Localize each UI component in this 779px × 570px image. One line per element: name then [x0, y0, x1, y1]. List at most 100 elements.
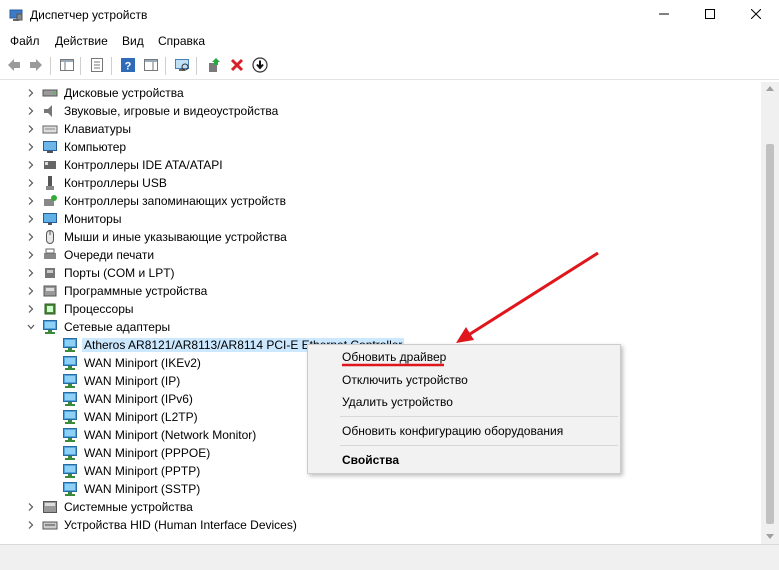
scroll-thumb[interactable] — [766, 144, 774, 524]
chevron-right-icon[interactable] — [24, 174, 38, 192]
toolbar-separator — [111, 57, 112, 75]
chevron-right-icon[interactable] — [24, 516, 38, 534]
chevron-right-icon[interactable] — [24, 120, 38, 138]
port-icon — [42, 265, 58, 281]
forward-button[interactable] — [25, 55, 47, 77]
chevron-down-icon[interactable] — [24, 318, 38, 336]
properties-button[interactable] — [86, 55, 108, 77]
tree-category-item[interactable]: Программные устройства — [24, 282, 209, 300]
tree-category-item[interactable]: Очереди печати — [24, 246, 156, 264]
menu-view[interactable]: Вид — [122, 34, 144, 48]
usb-icon — [42, 175, 58, 191]
tree-category-item[interactable]: Контроллеры запоминающих устройств — [24, 192, 288, 210]
tree-child-item[interactable]: WAN Miniport (L2TP) — [62, 408, 200, 426]
tree-child-item[interactable]: WAN Miniport (SSTP) — [62, 480, 202, 498]
chevron-right-icon[interactable] — [24, 282, 38, 300]
context-menu: Обновить драйвер Отключить устройство Уд… — [307, 344, 621, 474]
scroll-up-icon[interactable] — [766, 86, 774, 91]
chevron-right-icon[interactable] — [24, 246, 38, 264]
context-menu-separator — [340, 416, 618, 417]
chevron-right-icon[interactable] — [24, 228, 38, 246]
action-pane-button[interactable] — [140, 55, 162, 77]
tree-category-item[interactable]: Порты (COM и LPT) — [24, 264, 177, 282]
window-title: Диспетчер устройств — [30, 8, 148, 22]
update-driver-button[interactable] — [203, 55, 225, 77]
tree-category-item[interactable]: Компьютер — [24, 138, 128, 156]
device-tree[interactable]: Дисковые устройства Звуковые, игровые и в… — [0, 82, 761, 544]
tree-child-item[interactable]: WAN Miniport (IP) — [62, 372, 182, 390]
tree-category-item[interactable]: Процессоры — [24, 300, 136, 318]
tree-item-label: WAN Miniport (L2TP) — [84, 410, 198, 424]
help-button[interactable]: ? — [117, 55, 139, 77]
disable-device-menu-item[interactable]: Отключить устройство — [342, 373, 468, 387]
back-button[interactable] — [3, 55, 25, 77]
tree-child-item[interactable]: WAN Miniport (IPv6) — [62, 390, 195, 408]
uninstall-device-menu-item[interactable]: Удалить устройство — [342, 395, 453, 409]
chevron-right-icon[interactable] — [24, 84, 38, 102]
close-button[interactable] — [733, 0, 779, 30]
show-hide-tree-icon — [59, 57, 75, 76]
toolbar-separator — [80, 57, 81, 75]
chevron-right-icon[interactable] — [24, 300, 38, 318]
scan-hardware-menu-item[interactable]: Обновить конфигурацию оборудования — [342, 424, 563, 438]
scan-hardware-button[interactable] — [171, 55, 193, 77]
back-arrow-icon — [6, 57, 22, 76]
system-device-icon — [42, 499, 58, 515]
context-menu-separator — [340, 445, 618, 446]
chevron-right-icon[interactable] — [24, 102, 38, 120]
network-adapter-icon — [62, 409, 78, 425]
tree-item-label: Процессоры — [64, 302, 134, 316]
network-adapter-icon — [62, 391, 78, 407]
tree-item-label: Сетевые адаптеры — [64, 320, 171, 334]
minimize-icon — [659, 8, 669, 22]
tree-child-item[interactable]: WAN Miniport (PPPOE) — [62, 444, 212, 462]
menu-bar: Файл Действие Вид Справка — [0, 30, 779, 52]
tree-category-item[interactable]: Мониторы — [24, 210, 123, 228]
toolbar-separator — [165, 57, 166, 75]
chevron-right-icon[interactable] — [24, 498, 38, 516]
chevron-right-icon[interactable] — [24, 210, 38, 228]
menu-action[interactable]: Действие — [55, 34, 108, 48]
chevron-right-icon[interactable] — [24, 264, 38, 282]
tree-item-label: Клавиатуры — [64, 122, 131, 136]
action-pane-icon — [143, 57, 159, 76]
update-driver-menu-item[interactable]: Обновить драйвер — [342, 350, 446, 364]
computer-icon — [42, 139, 58, 155]
tree-category-item[interactable]: Системные устройства — [24, 498, 195, 516]
tree-category-item[interactable]: Контроллеры USB — [24, 174, 169, 192]
tree-category-item[interactable]: Звуковые, игровые и видеоустройства — [24, 102, 280, 120]
tree-category-item[interactable]: Клавиатуры — [24, 120, 133, 138]
menu-help[interactable]: Справка — [158, 34, 205, 48]
tree-item-label: WAN Miniport (Network Monitor) — [84, 428, 257, 442]
chevron-right-icon[interactable] — [24, 138, 38, 156]
tree-category-item[interactable]: Сетевые адаптеры — [24, 318, 172, 336]
toolbar: ? — [0, 52, 779, 80]
network-adapter-icon — [62, 355, 78, 371]
tree-category-item[interactable]: Дисковые устройства — [24, 84, 186, 102]
download-driver-button[interactable] — [249, 55, 271, 77]
download-driver-icon — [252, 56, 268, 76]
mouse-icon — [42, 229, 58, 245]
tree-child-item[interactable]: WAN Miniport (PPTP) — [62, 462, 202, 480]
tree-category-item[interactable]: Контроллеры IDE ATA/ATAPI — [24, 156, 225, 174]
tree-child-item[interactable]: WAN Miniport (Network Monitor) — [62, 426, 258, 444]
maximize-button[interactable] — [687, 0, 733, 30]
help-icon: ? — [120, 57, 136, 76]
menu-file[interactable]: Файл — [10, 34, 40, 48]
scroll-down-icon[interactable] — [766, 534, 774, 539]
vertical-scrollbar[interactable] — [761, 82, 779, 544]
chevron-right-icon[interactable] — [24, 156, 38, 174]
properties-menu-item[interactable]: Свойства — [342, 453, 399, 467]
network-adapter-icon — [62, 373, 78, 389]
show-hide-tree-button[interactable] — [56, 55, 78, 77]
tree-item-label: Устройства HID (Human Interface Devices) — [64, 518, 297, 532]
tree-category-item[interactable]: Устройства HID (Human Interface Devices) — [24, 516, 299, 534]
network-adapter-icon — [62, 481, 78, 497]
tree-child-item[interactable]: WAN Miniport (IKEv2) — [62, 354, 203, 372]
device-manager-icon — [9, 8, 23, 22]
chevron-right-icon[interactable] — [24, 192, 38, 210]
tree-item-label: WAN Miniport (SSTP) — [84, 482, 201, 496]
tree-category-item[interactable]: Мыши и иные указывающие устройства — [24, 228, 289, 246]
minimize-button[interactable] — [641, 0, 687, 30]
uninstall-device-button[interactable] — [226, 55, 248, 77]
